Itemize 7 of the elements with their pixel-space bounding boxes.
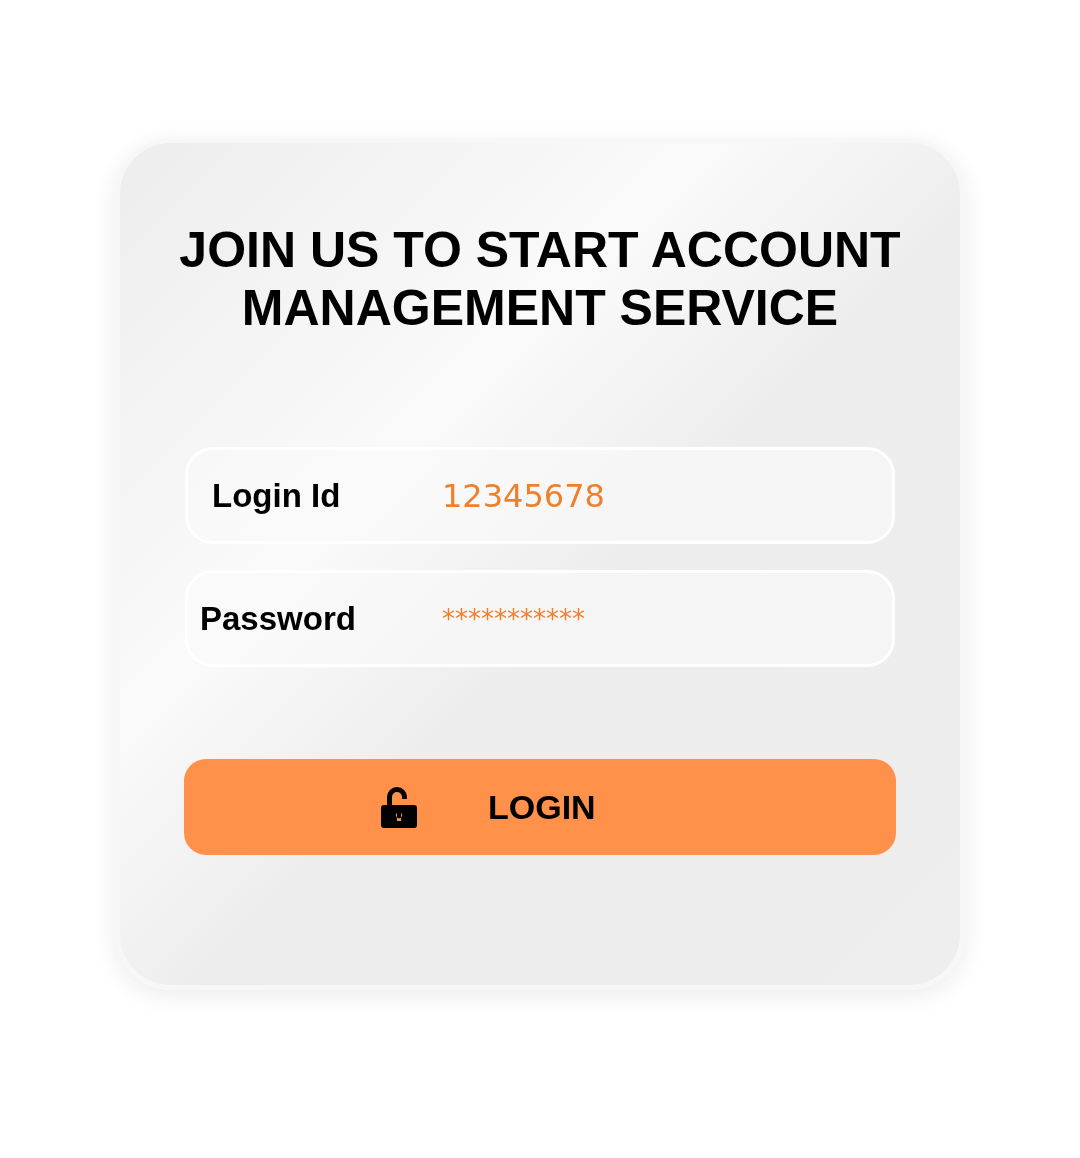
- field-label: Password: [200, 599, 357, 638]
- page-title: JOIN US TO START ACCOUNT MANAGEMENT SERVICE: [178, 221, 902, 337]
- input-field[interactable]: 12345678: [442, 476, 822, 515]
- input-field[interactable]: ***********: [442, 603, 822, 634]
- field-label: Login Id: [212, 476, 342, 515]
- unlock-icon: [380, 785, 418, 829]
- login-button[interactable]: LOGIN: [184, 759, 896, 855]
